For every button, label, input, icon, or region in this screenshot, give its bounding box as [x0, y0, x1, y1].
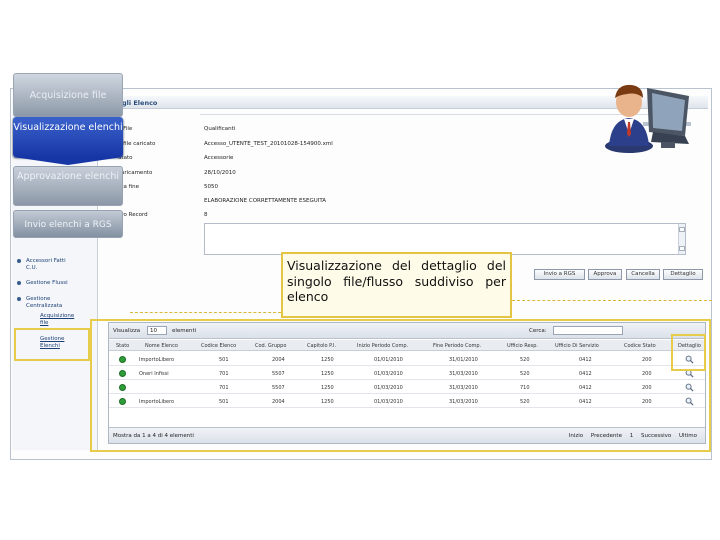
dettaglio-button[interactable]: Dettaglio — [663, 269, 703, 280]
scroll-up-icon[interactable] — [679, 227, 685, 232]
sidebar-bullet-icon — [17, 281, 21, 285]
detail-value-file-caricato: Accesso_UTENTE_TEST_20101028-154900.xml — [204, 141, 333, 147]
step-visualizzazione-elenchi: Visualizzazione elenchi — [13, 117, 123, 157]
scroll-down-icon[interactable] — [679, 246, 685, 251]
sidebar-bullet-icon — [17, 297, 21, 301]
callout-connector — [130, 312, 281, 313]
sidebar-item-cu[interactable]: C.U. — [26, 265, 37, 272]
callout-box: Visualizzazione del dettaglio del singol… — [281, 252, 512, 318]
sidebar-item-centralizzata[interactable]: Centralizzata — [26, 303, 62, 310]
callout-text: Visualizzazione del dettaglio del singol… — [287, 258, 506, 304]
sidebar-item-file[interactable]: file — [40, 320, 48, 327]
active-step-arrow — [13, 157, 123, 165]
sidebar-item-acquisizione[interactable]: Acquisizione — [40, 313, 74, 320]
detail-label-caricamento: caricamento — [118, 170, 153, 176]
user-at-computer-icon — [605, 84, 691, 153]
sidebar-item-accessori[interactable]: Accessori Fatti — [26, 258, 66, 265]
invio-rgs-button[interactable]: Invio a RGS — [534, 269, 585, 280]
slide-stage: Accessori Fatti C.U. Gestione Flussi Ges… — [0, 0, 720, 540]
step-invio-elenchi-rgs: Invio elenchi a RGS — [13, 210, 123, 238]
detail-value-numero: 5050 — [204, 184, 218, 190]
sidebar-bullet-icon — [17, 259, 21, 263]
detail-value-record: 8 — [204, 212, 208, 218]
sidebar-item-gestione-flussi[interactable]: Gestione Flussi — [26, 280, 68, 287]
detail-label-file-caricato: o file caricato — [118, 141, 156, 147]
step-approvazione-elenchi: Approvazione elenchi — [13, 166, 123, 206]
approva-button[interactable]: Approva — [588, 269, 622, 280]
notes-textarea[interactable] — [204, 223, 686, 255]
dettaglio-column-highlight — [671, 334, 706, 371]
step-acquisizione-file: Acquisizione file — [13, 73, 123, 117]
textarea-scrollbar[interactable] — [678, 224, 685, 254]
detail-value-data: 28/10/2010 — [204, 170, 236, 176]
sidebar-item-gestione[interactable]: Gestione — [26, 296, 50, 303]
detail-value-stato: Accessorie — [204, 155, 234, 161]
detail-value-tipo-file: Qualificanti — [204, 126, 236, 132]
callout-connector — [512, 300, 712, 301]
detail-value-esito: ELABORAZIONE CORRETTAMENTE ESEGUITA — [204, 198, 327, 204]
sidebar-highlight — [14, 328, 90, 361]
table-highlight — [90, 319, 711, 452]
cancella-button[interactable]: Cancella — [626, 269, 660, 280]
